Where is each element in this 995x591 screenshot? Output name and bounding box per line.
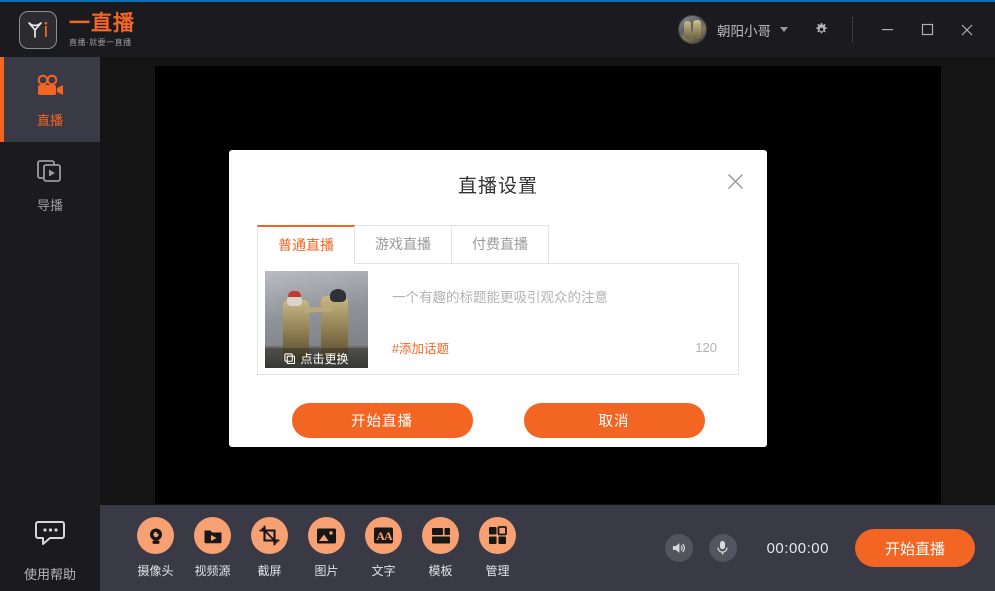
thumb-head-left bbox=[287, 291, 302, 306]
add-topic-link[interactable]: #添加话题 bbox=[392, 338, 449, 357]
tab-normal-live[interactable]: 普通直播 bbox=[257, 225, 355, 264]
live-settings-dialog: 直播设置 普通直播 游戏直播 付费直播 点击更换 一个有趣的标题能更吸引观众的注… bbox=[229, 150, 767, 447]
dialog-title: 直播设置 bbox=[457, 176, 538, 197]
dialog-tabs: 普通直播 游戏直播 付费直播 bbox=[257, 225, 739, 264]
app-window: 一直播 直播·就要一直播 朝阳小哥 直播 导播 使用帮助 摄像头 视频源 截屏 … bbox=[0, 0, 995, 591]
modal-overlay: 直播设置 普通直播 游戏直播 付费直播 点击更换 一个有趣的标题能更吸引观众的注… bbox=[0, 2, 995, 591]
tab-paid-live[interactable]: 付费直播 bbox=[451, 225, 549, 263]
cancel-button[interactable]: 取消 bbox=[523, 403, 705, 438]
title-field-meta: #添加话题 120 bbox=[375, 338, 731, 367]
image-swap-icon bbox=[284, 352, 296, 364]
start-live-button[interactable]: 开始直播 bbox=[291, 403, 473, 438]
change-cover-label: 点击更换 bbox=[300, 351, 349, 366]
change-cover-overlay[interactable]: 点击更换 bbox=[265, 348, 368, 368]
title-field-wrap: #添加话题 120 bbox=[375, 271, 731, 367]
thumb-head-right bbox=[330, 289, 346, 302]
char-counter: 120 bbox=[695, 340, 717, 355]
stream-title-input[interactable] bbox=[375, 271, 731, 305]
dialog-panel: 点击更换 #添加话题 120 bbox=[257, 264, 739, 375]
dialog-actions: 开始直播 取消 bbox=[229, 403, 767, 438]
close-icon[interactable] bbox=[724, 170, 746, 192]
cover-thumbnail[interactable]: 点击更换 bbox=[265, 271, 368, 368]
tab-game-live[interactable]: 游戏直播 bbox=[354, 225, 452, 263]
